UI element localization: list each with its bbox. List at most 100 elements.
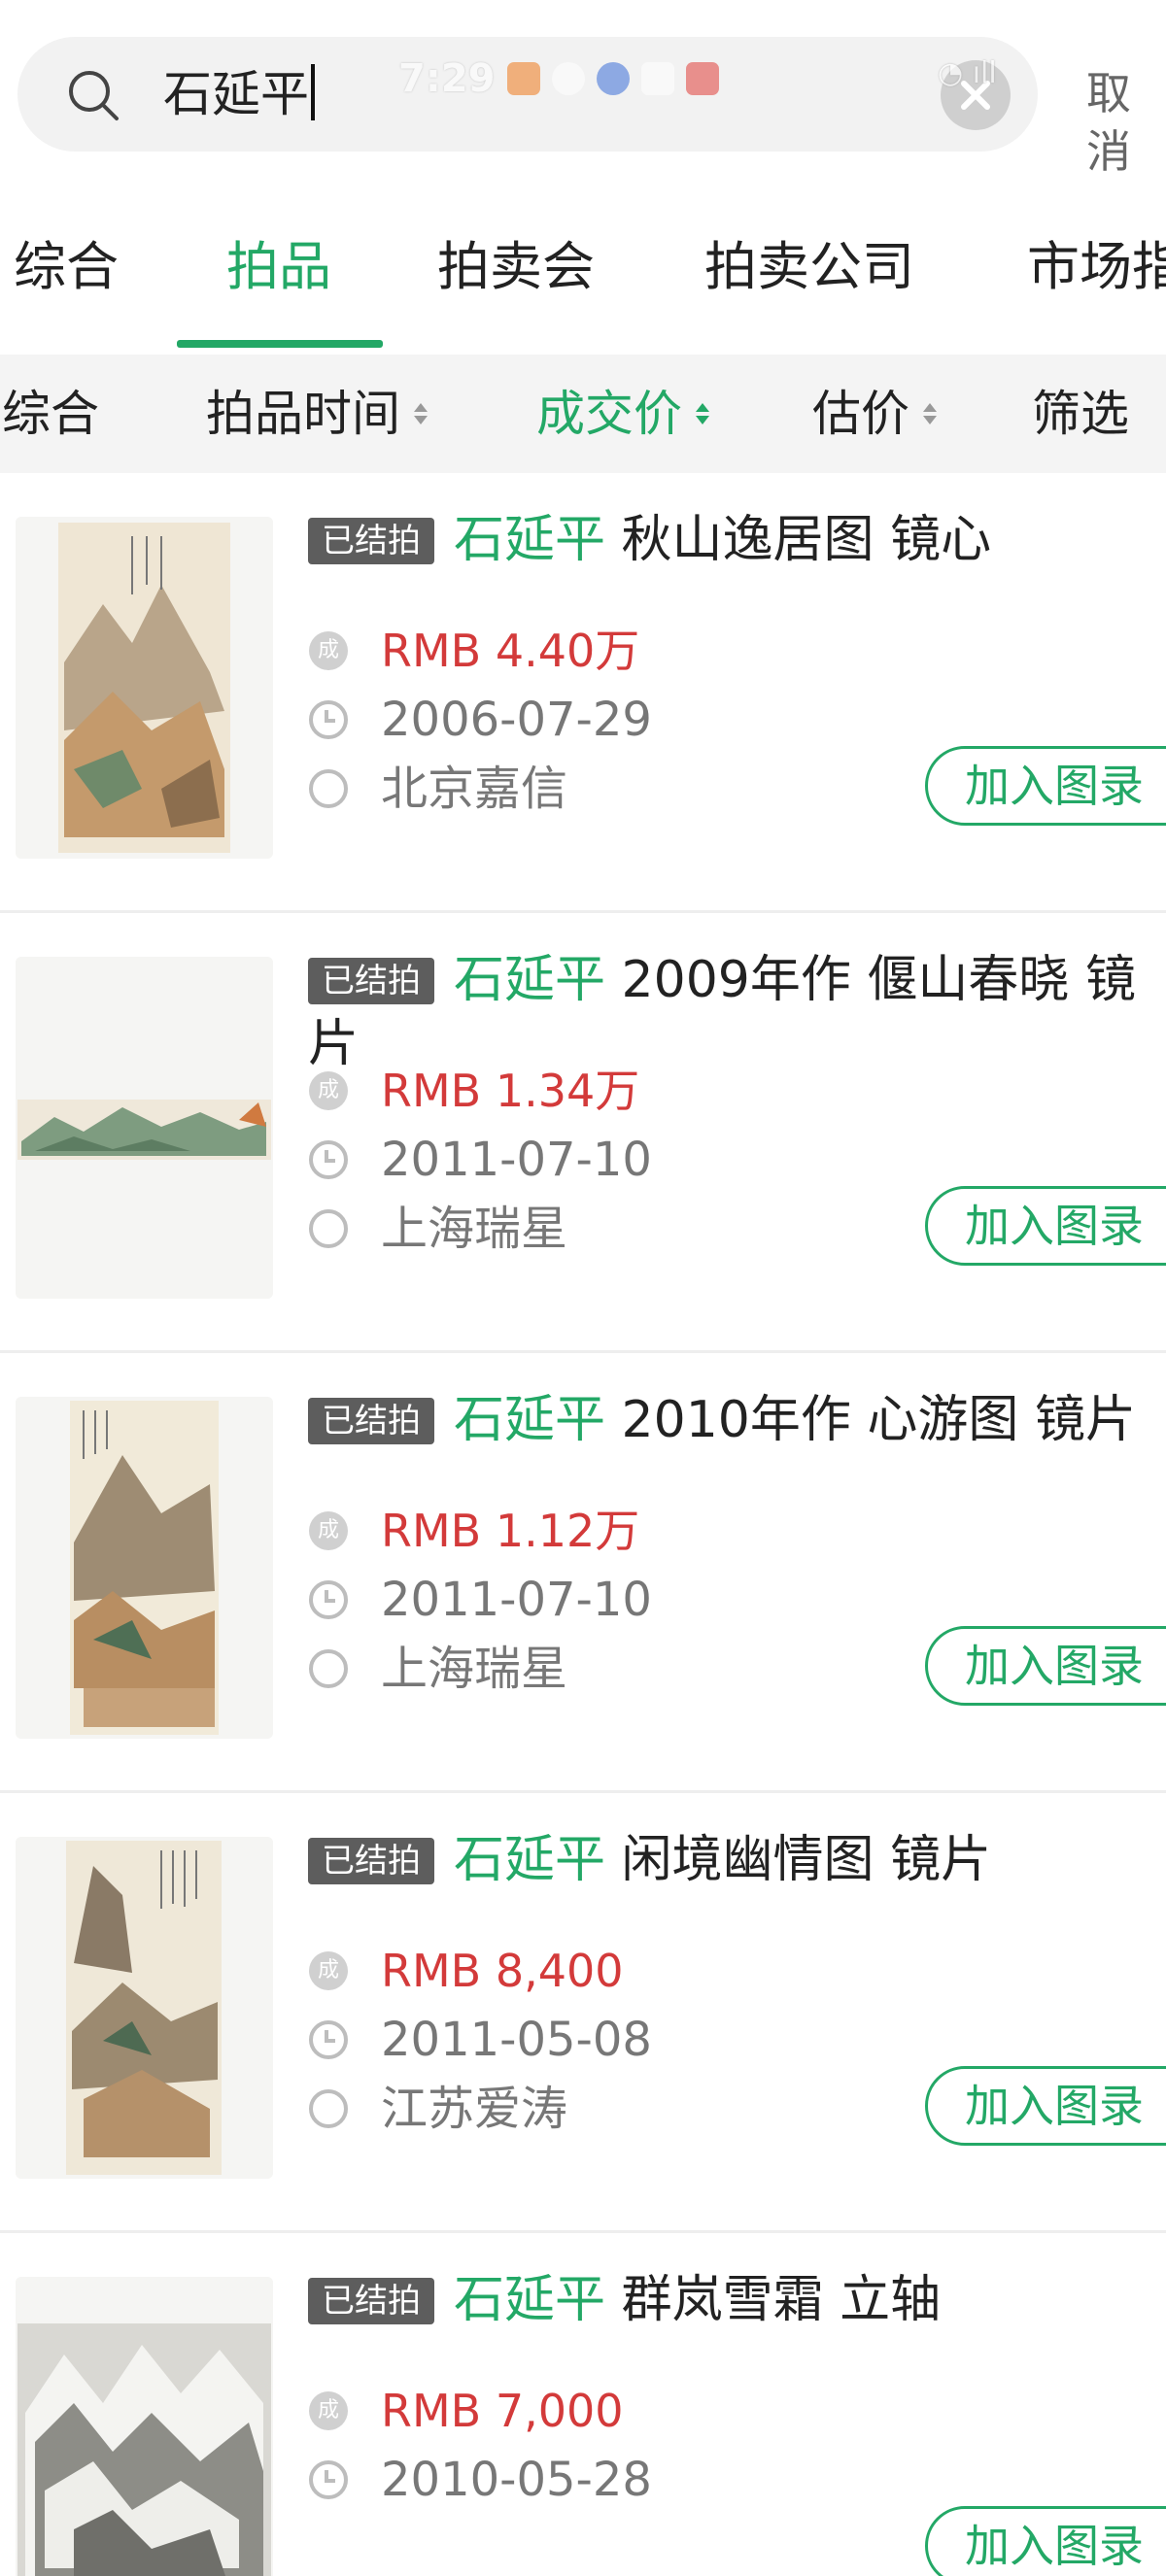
deal-price-icon: 成 [309, 631, 348, 670]
house-row: 江苏爱涛 [309, 2080, 567, 2138]
search-query: 石延平 [163, 64, 315, 123]
hammer-price: RMB 8,400 [381, 1945, 624, 1997]
tab-auction-companies[interactable]: 拍卖公司 [704, 233, 914, 301]
landscape-painting-image [16, 1837, 273, 2179]
artist-name: 石延平 [454, 511, 606, 569]
lot-title[interactable]: 石延平 2010年作 心游图 镜片 [308, 1388, 1144, 1452]
lot-title[interactable]: 石延平 2009年作 偃山春晓 镜片 [308, 948, 1144, 1076]
tab-market-index[interactable]: 市场指 [1027, 233, 1166, 301]
filter-lot-time[interactable]: 拍品时间 [206, 380, 428, 448]
filter-label: 成交价 [536, 386, 682, 442]
sort-icon [923, 403, 937, 424]
artwork-title: 闲境幽情图 镜片 [605, 1831, 992, 1889]
hammer-price: RMB 1.12万 [381, 1505, 640, 1557]
wifi-signal-icon: ◔ ıll [938, 56, 997, 90]
add-to-catalog-button[interactable]: 加入图录 [925, 1186, 1166, 1266]
add-to-catalog-button[interactable]: 加入图录 [925, 2506, 1166, 2576]
house-row: 上海瑞星 [309, 1200, 567, 1258]
artwork-title: 群岚雪霜 立轴 [605, 2271, 942, 2329]
mail-notification-icon [640, 62, 674, 95]
auction-house: 北京嘉信 [381, 762, 568, 816]
list-item[interactable]: 已结拍 石延平 2009年作 偃山春晓 镜片 成 RMB 1.34万 2011-… [0, 913, 1166, 1353]
filter-comprehensive[interactable]: 综合 [2, 380, 99, 448]
status-bar: 7:29 [398, 54, 719, 103]
auction-date: 2011-07-10 [381, 1573, 652, 1627]
landscape-painting-image [16, 2277, 273, 2576]
price-row: 成 RMB 1.34万 [309, 1062, 639, 1120]
landscape-painting-image [16, 517, 273, 859]
list-item[interactable]: 已结拍 石延平 群岚雪霜 立轴 成 RMB 7,000 2010-05-28 加… [0, 2233, 1166, 2576]
auction-date: 2010-05-28 [381, 2453, 652, 2507]
text-caret [311, 64, 315, 120]
add-to-catalog-button[interactable]: 加入图录 [925, 2066, 1166, 2146]
artwork-thumbnail[interactable] [16, 517, 273, 859]
artwork-title: 2009年作 偃山春晓 镜片 [308, 951, 1136, 1073]
search-header: 石延平 取消 7:29 ◔ ıll [0, 0, 1166, 178]
filter-hammer-price[interactable]: 成交价 [536, 380, 709, 448]
artwork-thumbnail[interactable] [16, 957, 273, 1299]
tab-comprehensive[interactable]: 综合 [14, 233, 119, 301]
price-row: 成 RMB 4.40万 [309, 622, 639, 680]
artist-name: 石延平 [454, 951, 606, 1009]
lot-title[interactable]: 石延平 闲境幽情图 镜片 [308, 1828, 1144, 1892]
auction-house: 上海瑞星 [381, 1642, 568, 1696]
book-notification-icon [685, 62, 719, 95]
search-icon [69, 71, 119, 120]
filter-estimate[interactable]: 估价 [812, 380, 937, 448]
list-item[interactable]: 已结拍 石延平 秋山逸居图 镜心 成 RMB 4.40万 2006-07-29 … [0, 473, 1166, 913]
date-row: 2011-07-10 [309, 1131, 652, 1189]
taobao-notification-icon [506, 62, 540, 95]
list-item[interactable]: 已结拍 石延平 闲境幽情图 镜片 成 RMB 8,400 2011-05-08 … [0, 1793, 1166, 2233]
artist-name: 石延平 [454, 2271, 606, 2329]
date-row: 2006-07-29 [309, 691, 652, 749]
auction-house-icon [309, 1209, 348, 1248]
price-row: 成 RMB 8,400 [309, 1942, 624, 2000]
auction-date: 2006-07-29 [381, 693, 652, 747]
auction-house-icon [309, 1649, 348, 1688]
status-time: 7:29 [398, 56, 496, 101]
auction-house: 上海瑞星 [381, 1202, 568, 1256]
tab-lots[interactable]: 拍品 [226, 233, 331, 301]
filter-label: 综合 [2, 386, 99, 442]
deal-price-icon: 成 [309, 1951, 348, 1990]
deal-price-icon: 成 [309, 1071, 348, 1110]
price-row: 成 RMB 7,000 [309, 2382, 624, 2440]
lot-title[interactable]: 石延平 群岚雪霜 立轴 [308, 2268, 1144, 2332]
artwork-thumbnail[interactable] [16, 1397, 273, 1739]
date-row: 2011-07-10 [309, 1571, 652, 1629]
add-to-catalog-button[interactable]: 加入图录 [925, 746, 1166, 826]
lot-title[interactable]: 石延平 秋山逸居图 镜心 [308, 508, 1144, 572]
filter-label: 估价 [812, 386, 909, 442]
cancel-button[interactable]: 取消 [1086, 64, 1166, 181]
hammer-price: RMB 4.40万 [381, 625, 640, 677]
sort-icon [696, 403, 709, 424]
auction-house-icon [309, 769, 348, 808]
active-tab-indicator [177, 340, 383, 348]
deal-price-icon: 成 [309, 2391, 348, 2430]
filter-screen[interactable]: 筛选 [1032, 380, 1129, 448]
clock-icon [309, 2020, 348, 2059]
artwork-title: 秋山逸居图 镜心 [605, 511, 992, 569]
add-to-catalog-button[interactable]: 加入图录 [925, 1626, 1166, 1706]
hammer-price: RMB 1.34万 [381, 1065, 640, 1117]
house-row: 上海瑞星 [309, 1640, 567, 1698]
sort-icon [414, 403, 428, 424]
hammer-price: RMB 7,000 [381, 2385, 624, 2437]
date-row: 2011-05-08 [309, 2011, 652, 2069]
filter-label: 筛选 [1032, 386, 1129, 442]
tab-auctions[interactable]: 拍卖会 [437, 233, 595, 301]
artwork-thumbnail[interactable] [16, 2277, 273, 2576]
auction-house: 江苏爱涛 [381, 2082, 568, 2136]
list-item[interactable]: 已结拍 石延平 2010年作 心游图 镜片 成 RMB 1.12万 2011-0… [0, 1353, 1166, 1793]
message-notification-icon [551, 62, 585, 95]
clock-icon [309, 1580, 348, 1619]
price-row: 成 RMB 1.12万 [309, 1502, 639, 1560]
date-row: 2010-05-28 [309, 2451, 652, 2509]
clock-icon [309, 700, 348, 739]
artwork-thumbnail[interactable] [16, 1837, 273, 2179]
deal-price-icon: 成 [309, 1511, 348, 1550]
filter-bar: 综合 拍品时间 成交价 估价 筛选 [0, 355, 1166, 473]
artist-name: 石延平 [454, 1831, 606, 1889]
landscape-painting-image [16, 1397, 273, 1739]
auction-house-icon [309, 2089, 348, 2128]
